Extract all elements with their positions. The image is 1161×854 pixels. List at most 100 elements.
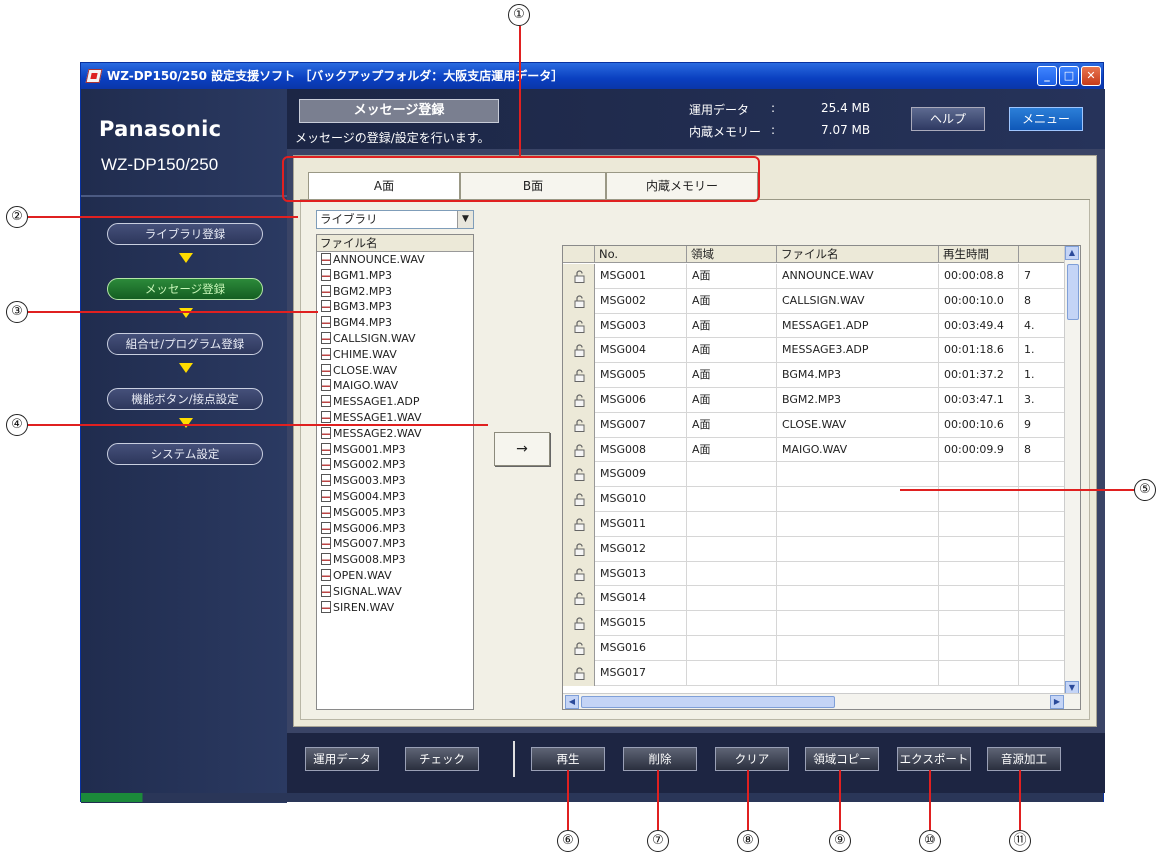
- horizontal-scrollbar[interactable]: ◀ ▶: [563, 693, 1080, 709]
- lock-icon[interactable]: [563, 388, 595, 413]
- file-list-item[interactable]: MAIGO.WAV: [317, 378, 473, 394]
- file-list-item[interactable]: CHIME.WAV: [317, 347, 473, 363]
- file-list-item[interactable]: MSG004.MP3: [317, 489, 473, 505]
- table-row[interactable]: MSG005 A面 BGM4.MP3 00:01:37.2 1.: [563, 363, 1066, 388]
- header-file-name[interactable]: ファイル名: [777, 246, 939, 263]
- library-select[interactable]: ライブラリ ▼: [316, 210, 474, 229]
- table-row[interactable]: MSG006 A面 BGM2.MP3 00:03:47.1 3.: [563, 388, 1066, 413]
- file-list-item[interactable]: OPEN.WAV: [317, 568, 473, 584]
- cell-area: [687, 512, 777, 537]
- op-data-value: 25.4 MB: [821, 101, 871, 115]
- menu-button[interactable]: メニュー: [1009, 107, 1083, 131]
- export-button[interactable]: エクスポート: [897, 747, 971, 771]
- table-row[interactable]: MSG011: [563, 512, 1066, 537]
- nav-function-button-settings[interactable]: 機能ボタン/接点設定: [107, 388, 263, 410]
- file-list-item[interactable]: MSG001.MP3: [317, 442, 473, 458]
- minimize-button[interactable]: _: [1037, 66, 1057, 86]
- file-list-item[interactable]: BGM1.MP3: [317, 268, 473, 284]
- table-row[interactable]: MSG014: [563, 586, 1066, 612]
- delete-button[interactable]: 削除: [623, 747, 697, 771]
- vertical-scroll-thumb[interactable]: [1067, 264, 1079, 320]
- file-list-item[interactable]: SIREN.WAV: [317, 600, 473, 616]
- lock-icon[interactable]: [563, 462, 595, 488]
- table-row[interactable]: MSG004 A面 MESSAGE3.ADP 00:01:18.6 1.: [563, 338, 1066, 364]
- table-row[interactable]: MSG013: [563, 561, 1066, 587]
- file-list-item[interactable]: MESSAGE1.ADP: [317, 394, 473, 410]
- file-list-item[interactable]: MSG002.MP3: [317, 457, 473, 473]
- lock-icon[interactable]: [563, 536, 595, 562]
- play-button[interactable]: 再生: [531, 747, 605, 771]
- table-row[interactable]: MSG007 A面 CLOSE.WAV 00:00:10.6 9: [563, 412, 1066, 438]
- table-row[interactable]: MSG001 A面 ANNOUNCE.WAV 00:00:08.8 7: [563, 264, 1066, 289]
- file-list-item[interactable]: BGM4.MP3: [317, 315, 473, 331]
- table-row[interactable]: MSG008 A面 MAIGO.WAV 00:00:09.9 8: [563, 437, 1066, 463]
- cell-play-time: 00:00:10.6: [939, 412, 1019, 438]
- header-play-time[interactable]: 再生時間: [939, 246, 1019, 263]
- lock-icon[interactable]: [563, 512, 595, 537]
- nav-program-register[interactable]: 組合せ/プログラム登録: [107, 333, 263, 355]
- lock-icon[interactable]: [563, 264, 595, 289]
- file-list-item[interactable]: MESSAGE2.WAV: [317, 426, 473, 442]
- clear-button[interactable]: クリア: [715, 747, 789, 771]
- table-row[interactable]: MSG009: [563, 462, 1066, 488]
- table-row[interactable]: MSG002 A面 CALLSIGN.WAV 00:00:10.0 8: [563, 288, 1066, 314]
- file-list-item[interactable]: CLOSE.WAV: [317, 363, 473, 379]
- nav-system-settings[interactable]: システム設定: [107, 443, 263, 465]
- file-list-item[interactable]: MSG007.MP3: [317, 536, 473, 552]
- register-arrow-button[interactable]: →: [494, 432, 550, 466]
- audio-file-icon: [321, 442, 331, 455]
- memory-label: 内蔵メモリー: [689, 125, 762, 139]
- scroll-left-icon[interactable]: ◀: [565, 695, 579, 709]
- lock-icon[interactable]: [563, 636, 595, 661]
- lock-icon[interactable]: [563, 487, 595, 512]
- lock-icon[interactable]: [563, 412, 595, 438]
- file-list-header[interactable]: ファイル名: [317, 235, 473, 252]
- table-row[interactable]: MSG015: [563, 611, 1066, 636]
- library-file-list[interactable]: ファイル名 ANNOUNCE.WAV BGM1.MP3 BGM2.MP3 BGM3.M…: [316, 234, 474, 710]
- table-row[interactable]: MSG016: [563, 636, 1066, 661]
- header-area[interactable]: 領域: [687, 246, 777, 263]
- callout-line-7: [657, 770, 659, 830]
- audio-file-icon: [321, 395, 331, 408]
- file-list-item[interactable]: BGM3.MP3: [317, 299, 473, 315]
- scroll-up-icon[interactable]: ▲: [1065, 246, 1079, 260]
- nav-library-register[interactable]: ライブラリ登録: [107, 223, 263, 245]
- scroll-right-icon[interactable]: ▶: [1050, 695, 1064, 709]
- sound-edit-button[interactable]: 音源加工: [987, 747, 1061, 771]
- file-list-item[interactable]: BGM2.MP3: [317, 284, 473, 300]
- table-row[interactable]: MSG017: [563, 660, 1066, 686]
- lock-icon[interactable]: [563, 288, 595, 314]
- table-row[interactable]: MSG003 A面 MESSAGE1.ADP 00:03:49.4 4.: [563, 313, 1066, 339]
- lock-icon[interactable]: [563, 338, 595, 364]
- help-button[interactable]: ヘルプ: [911, 107, 985, 131]
- area-copy-button[interactable]: 領域コピー: [805, 747, 879, 771]
- lock-icon[interactable]: [563, 660, 595, 686]
- horizontal-scroll-thumb[interactable]: [581, 696, 835, 708]
- file-list-item[interactable]: ANNOUNCE.WAV: [317, 252, 473, 268]
- table-row[interactable]: MSG012: [563, 536, 1066, 562]
- vertical-scrollbar[interactable]: ▲ ▼: [1064, 246, 1080, 695]
- maximize-button[interactable]: □: [1059, 66, 1079, 86]
- lock-icon[interactable]: [563, 561, 595, 587]
- file-list-item[interactable]: MSG003.MP3: [317, 473, 473, 489]
- lock-icon[interactable]: [563, 586, 595, 612]
- file-list-item[interactable]: CALLSIGN.WAV: [317, 331, 473, 347]
- dropdown-arrow-icon[interactable]: ▼: [457, 211, 473, 228]
- op-data-button[interactable]: 運用データ: [305, 747, 379, 771]
- lock-icon[interactable]: [563, 611, 595, 636]
- file-list-item[interactable]: SIGNAL.WAV: [317, 584, 473, 600]
- file-list-item[interactable]: MSG006.MP3: [317, 521, 473, 537]
- header-extra[interactable]: [1019, 246, 1066, 263]
- callout-8: ⑧: [737, 830, 759, 852]
- file-list-item[interactable]: MSG005.MP3: [317, 505, 473, 521]
- lock-icon[interactable]: [563, 313, 595, 339]
- header-no[interactable]: No.: [595, 246, 687, 263]
- lock-icon[interactable]: [563, 363, 595, 388]
- nav-message-register[interactable]: メッセージ登録: [107, 278, 263, 300]
- audio-file-icon: [321, 505, 331, 518]
- cell-play-time: [939, 586, 1019, 612]
- check-button[interactable]: チェック: [405, 747, 479, 771]
- lock-icon[interactable]: [563, 437, 595, 463]
- close-button[interactable]: ✕: [1081, 66, 1101, 86]
- file-list-item[interactable]: MSG008.MP3: [317, 552, 473, 568]
